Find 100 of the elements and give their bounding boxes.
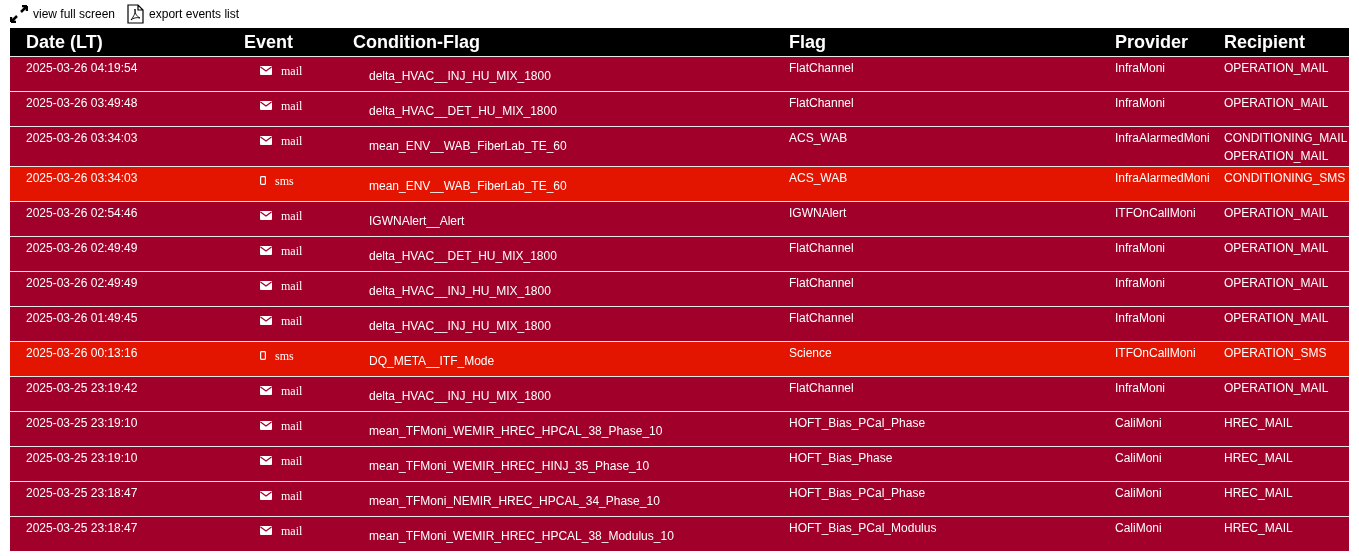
condition-cell-text: mean_ENV__WAB_FiberLab_TE_60 bbox=[368, 138, 568, 155]
event-type: mail bbox=[281, 490, 303, 502]
event-row[interactable]: 2025-03-26 03:34:03 sms mean_ENV__WAB_FiberLab_TE_60 ACS_WAB InfraAlarmedMoni CONDITIONING_SMS bbox=[10, 166, 1349, 201]
flag-cell-text: FlatChannel bbox=[789, 60, 855, 77]
flag-cell-text: ACS_WAB bbox=[789, 170, 849, 187]
pdf-icon bbox=[127, 4, 145, 24]
flag-cell-text: HOFT_Bias_PCal_Modulus bbox=[789, 520, 938, 537]
phone-icon bbox=[260, 176, 266, 185]
recipient-text: OPERATION_MAIL bbox=[1224, 310, 1330, 327]
event-row[interactable]: 2025-03-25 23:19:42 mail delta_HVAC__INJ_HU_MIX_1800 FlatChannel InfraMoni OPERATION_MAIL bbox=[10, 376, 1349, 411]
event-row[interactable]: 2025-03-26 04:19:54 mail delta_HVAC__INJ_HU_MIX_1800 FlatChannel InfraMoni OPERATION_MAIL bbox=[10, 56, 1349, 91]
recipient-text: OPERATION_MAIL bbox=[1224, 95, 1330, 112]
condition-cell-text: mean_TFMoni_NEMIR_HREC_HPCAL_34_Phase_10 bbox=[368, 493, 661, 510]
provider-cell-text: ITFOnCallMoni bbox=[1115, 205, 1197, 222]
event-row[interactable]: 2025-03-26 02:49:49 mail delta_HVAC__INJ_HU_MIX_1800 FlatChannel InfraMoni OPERATION_MAIL bbox=[10, 271, 1349, 306]
event-type: mail bbox=[281, 385, 303, 397]
event-type: mail bbox=[281, 135, 303, 147]
flag-cell-text: FlatChannel bbox=[789, 275, 855, 292]
provider-cell-text: InfraMoni bbox=[1115, 275, 1167, 292]
event-type: mail bbox=[281, 65, 303, 77]
envelope-icon bbox=[260, 281, 272, 290]
condition-cell-text: delta_HVAC__INJ_HU_MIX_1800 bbox=[368, 283, 552, 300]
event-type: sms bbox=[275, 350, 294, 362]
provider-cell-text: CaliMoni bbox=[1115, 415, 1163, 432]
provider-cell-text: ITFOnCallMoni bbox=[1115, 345, 1197, 362]
envelope-icon bbox=[260, 101, 272, 110]
recipient-text: HREC_MAIL bbox=[1224, 415, 1294, 432]
event-row[interactable]: 2025-03-26 02:54:46 mail IGWNAlert__Alert IGWNAlert ITFOnCallMoni OPERATION_MAIL bbox=[10, 201, 1349, 236]
date-cell-text: 2025-03-26 02:49:49 bbox=[25, 240, 139, 257]
column-header: Recipient bbox=[1224, 30, 1307, 54]
condition-cell-text: mean_ENV__WAB_FiberLab_TE_60 bbox=[368, 178, 568, 195]
event-row[interactable]: 2025-03-26 01:49:45 mail delta_HVAC__INJ_HU_MIX_1800 FlatChannel InfraMoni OPERATION_MAIL bbox=[10, 306, 1349, 341]
condition-cell-text: delta_HVAC__DET_HU_MIX_1800 bbox=[368, 248, 558, 265]
event-type: mail bbox=[281, 420, 303, 432]
provider-cell-text: InfraMoni bbox=[1115, 240, 1167, 257]
date-cell-text: 2025-03-26 04:19:54 bbox=[25, 60, 139, 77]
date-cell-text: 2025-03-25 23:19:10 bbox=[25, 415, 139, 432]
column-header: Flag bbox=[789, 30, 827, 54]
column-header: Provider bbox=[1115, 30, 1190, 54]
event-type: mail bbox=[281, 245, 303, 257]
flag-cell-text: FlatChannel bbox=[789, 310, 855, 327]
event-row[interactable]: 2025-03-26 03:34:03 mail mean_ENV__WAB_FiberLab_TE_60 ACS_WAB InfraAlarmedMoni CONDITIONING_MAIL OPERATION_MAIL bbox=[10, 126, 1349, 166]
provider-cell-text: CaliMoni bbox=[1115, 520, 1163, 537]
event-type: sms bbox=[275, 175, 294, 187]
recipient-text: OPERATION_SMS bbox=[1224, 345, 1328, 362]
expand-icon bbox=[10, 5, 28, 23]
recipient-text: HREC_MAIL bbox=[1224, 485, 1294, 502]
event-row[interactable]: 2025-03-26 02:49:49 mail delta_HVAC__DET_HU_MIX_1800 FlatChannel InfraMoni OPERATION_MAIL bbox=[10, 236, 1349, 271]
date-cell-text: 2025-03-26 01:49:45 bbox=[25, 310, 139, 327]
recipient-text: OPERATION_MAIL bbox=[1224, 148, 1330, 165]
flag-cell-text: HOFT_Bias_PCal_Phase bbox=[789, 485, 927, 502]
provider-cell-text: InfraMoni bbox=[1115, 95, 1167, 112]
condition-cell-text: delta_HVAC__INJ_HU_MIX_1800 bbox=[368, 388, 552, 405]
date-cell-text: 2025-03-25 23:18:47 bbox=[25, 520, 139, 537]
event-row[interactable]: 2025-03-26 03:49:48 mail delta_HVAC__DET_HU_MIX_1800 FlatChannel InfraMoni OPERATION_MAIL bbox=[10, 91, 1349, 126]
envelope-icon bbox=[260, 211, 272, 220]
envelope-icon bbox=[260, 246, 272, 255]
event-row[interactable]: 2025-03-25 23:19:10 mail mean_TFMoni_WEMIR_HREC_HINJ_35_Phase_10 HOFT_Bias_Phase CaliMoni HREC_MAIL bbox=[10, 446, 1349, 481]
provider-cell-text: CaliMoni bbox=[1115, 485, 1163, 502]
event-type: mail bbox=[281, 315, 303, 327]
date-cell-text: 2025-03-25 23:18:47 bbox=[25, 485, 139, 502]
event-type: mail bbox=[281, 280, 303, 292]
event-row[interactable]: 2025-03-26 00:13:16 sms DQ_META__ITF_Mode Science ITFOnCallMoni OPERATION_SMS bbox=[10, 341, 1349, 376]
provider-cell-text: InfraMoni bbox=[1115, 310, 1167, 327]
export-link[interactable]: export events list bbox=[127, 4, 240, 24]
recipient-text: OPERATION_MAIL bbox=[1224, 275, 1330, 292]
provider-cell-text: InfraAlarmedMoni bbox=[1115, 130, 1211, 147]
provider-cell-text: InfraMoni bbox=[1115, 380, 1167, 397]
recipient-text: OPERATION_MAIL bbox=[1224, 380, 1330, 397]
fullscreen-link[interactable]: view full screen bbox=[10, 5, 116, 23]
condition-cell-text: delta_HVAC__INJ_HU_MIX_1800 bbox=[368, 68, 552, 85]
flag-cell-text: Science bbox=[789, 345, 833, 362]
flag-cell-text: FlatChannel bbox=[789, 380, 855, 397]
condition-cell-text: delta_HVAC__INJ_HU_MIX_1800 bbox=[368, 318, 552, 335]
event-row[interactable]: 2025-03-25 23:19:10 mail mean_TFMoni_WEMIR_HREC_HPCAL_38_Phase_10 HOFT_Bias_PCal_Phase CaliMoni HREC_MAIL bbox=[10, 411, 1349, 446]
column-header: Event bbox=[244, 30, 295, 54]
provider-cell-text: InfraMoni bbox=[1115, 60, 1167, 77]
event-row[interactable]: 2025-03-25 23:18:47 mail mean_TFMoni_NEMIR_HREC_HPCAL_34_Phase_10 HOFT_Bias_PCal_Phase CaliMoni HREC_MAIL bbox=[10, 481, 1349, 516]
provider-cell-text: InfraAlarmedMoni bbox=[1115, 170, 1211, 187]
event-row[interactable]: 2025-03-25 23:18:47 mail mean_TFMoni_WEMIR_HREC_HPCAL_38_Modulus_10 HOFT_Bias_PCal_Modulus CaliMoni HREC_MAIL bbox=[10, 516, 1349, 551]
flag-cell-text: FlatChannel bbox=[789, 240, 855, 257]
condition-cell-text: mean_TFMoni_WEMIR_HREC_HPCAL_38_Phase_10 bbox=[368, 423, 664, 440]
date-cell-text: 2025-03-25 23:19:42 bbox=[25, 380, 139, 397]
phone-icon bbox=[260, 351, 266, 360]
flag-cell-text: IGWNAlert bbox=[789, 205, 848, 222]
recipient-text: CONDITIONING_SMS bbox=[1224, 170, 1347, 187]
event-type: mail bbox=[281, 100, 303, 112]
flag-cell-text: HOFT_Bias_PCal_Phase bbox=[789, 415, 927, 432]
recipient-text: OPERATION_MAIL bbox=[1224, 60, 1330, 77]
date-cell-text: 2025-03-26 02:49:49 bbox=[25, 275, 139, 292]
date-cell-text: 2025-03-26 02:54:46 bbox=[25, 205, 139, 222]
envelope-icon bbox=[260, 526, 272, 535]
date-cell-text: 2025-03-26 00:13:16 bbox=[25, 345, 139, 362]
date-cell-text: 2025-03-25 23:19:10 bbox=[25, 450, 139, 467]
condition-cell-text: mean_TFMoni_WEMIR_HREC_HPCAL_38_Modulus_10 bbox=[368, 528, 675, 545]
recipient-text: OPERATION_MAIL bbox=[1224, 205, 1330, 222]
date-cell-text: 2025-03-26 03:34:03 bbox=[25, 170, 139, 187]
recipient-text: CONDITIONING_MAIL bbox=[1224, 130, 1349, 147]
flag-cell-text: ACS_WAB bbox=[789, 130, 849, 147]
column-header: Condition-Flag bbox=[353, 30, 481, 54]
